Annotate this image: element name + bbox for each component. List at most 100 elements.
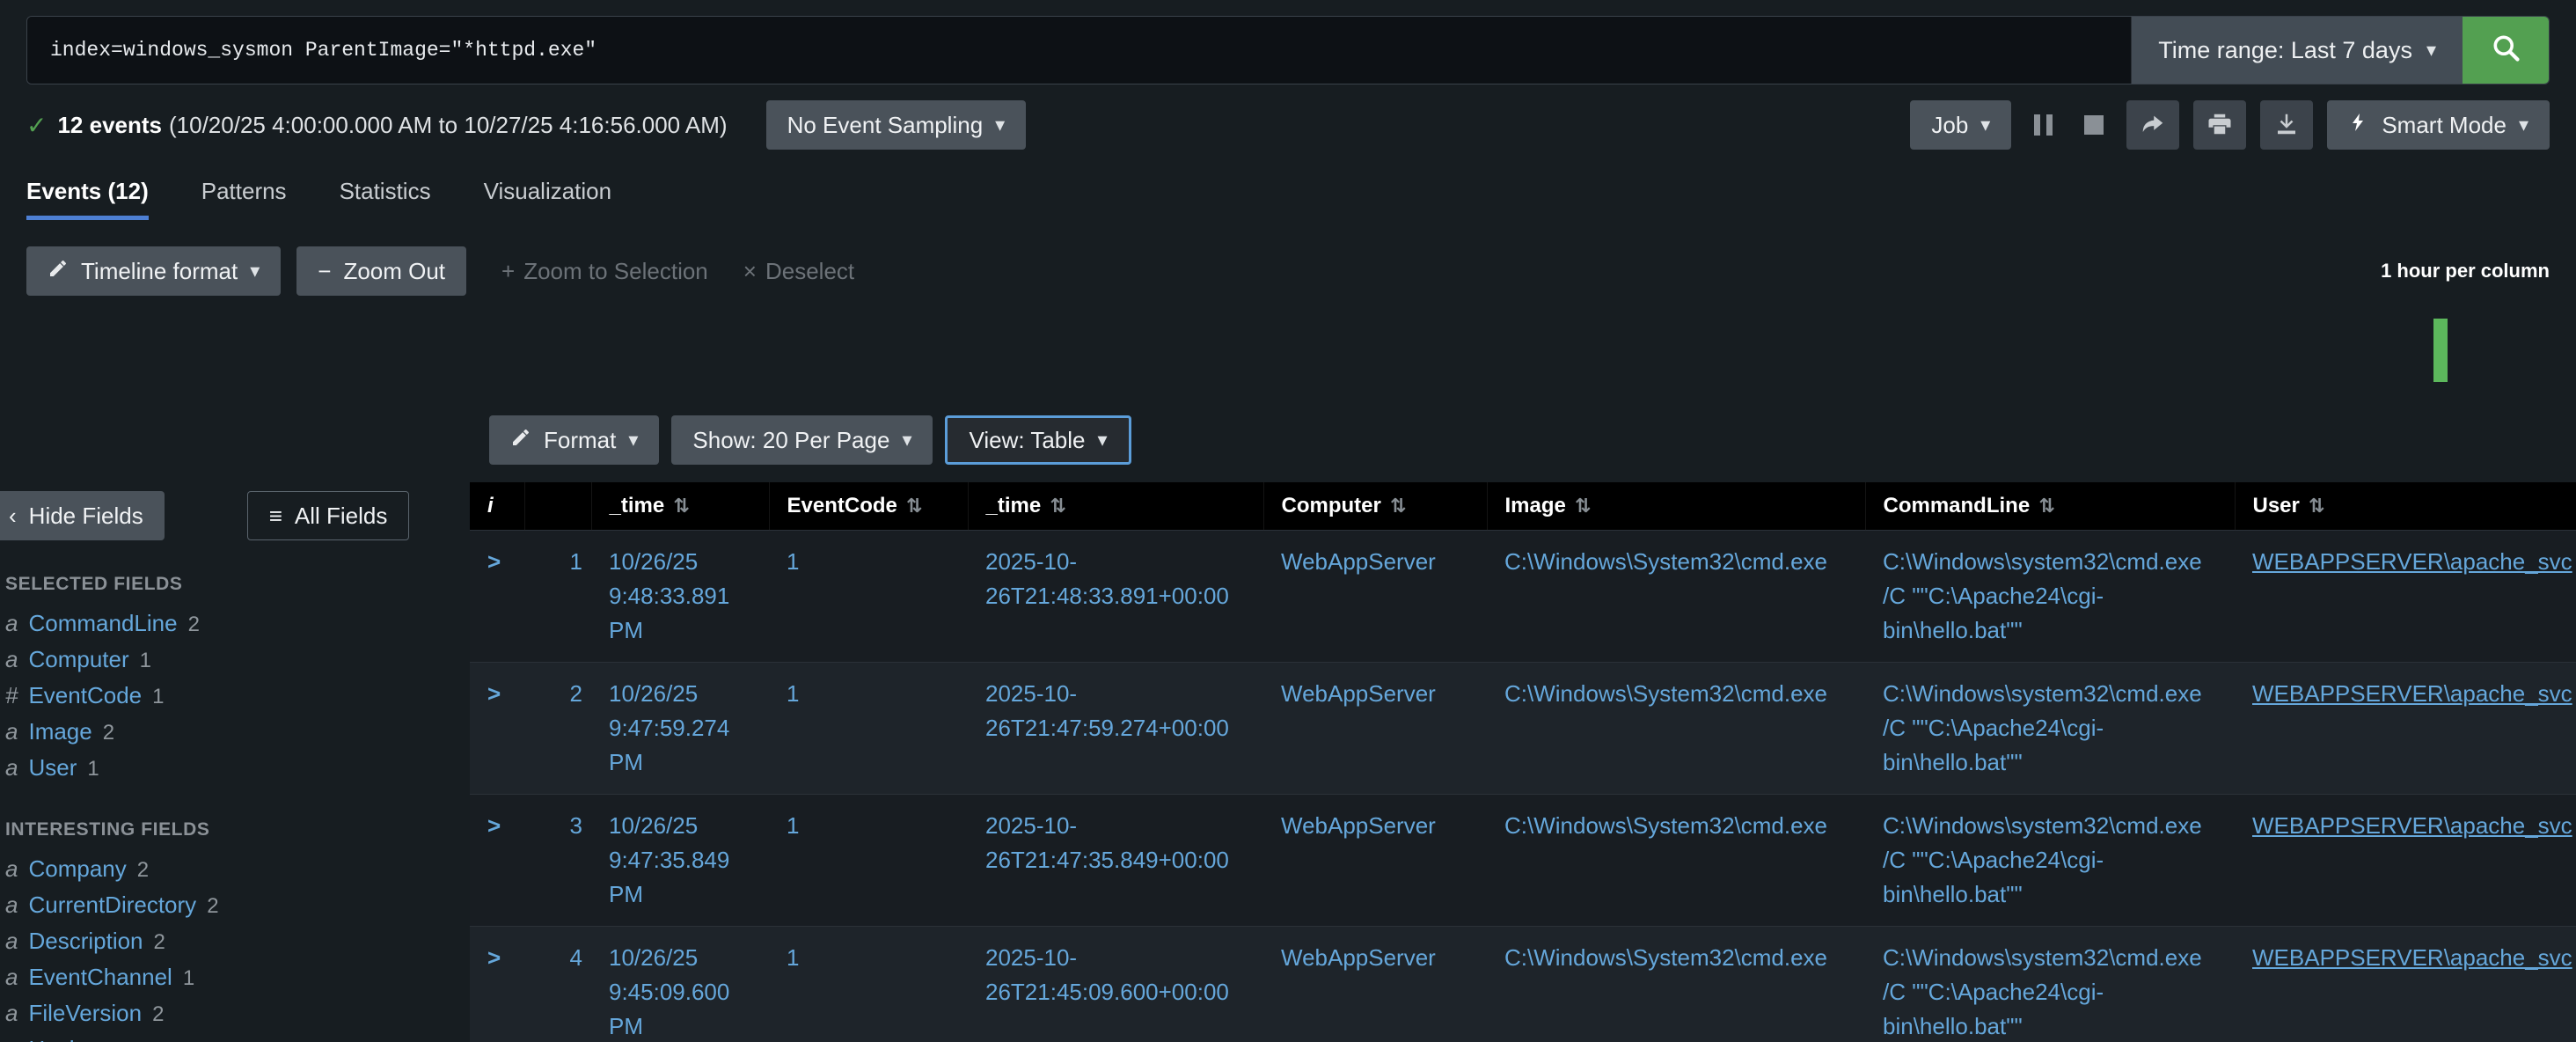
field-item-image[interactable]: a Image 2 bbox=[0, 714, 470, 750]
field-item-user[interactable]: a User 1 bbox=[0, 750, 470, 786]
column-label: _time bbox=[986, 494, 1042, 517]
cell-image[interactable]: C:\Windows\System32\cmd.exe bbox=[1487, 530, 1865, 662]
column-label: _time bbox=[610, 494, 665, 517]
cell-computer[interactable]: WebAppServer bbox=[1263, 662, 1487, 794]
cell-time[interactable]: 10/26/25 9:47:35.849 PM bbox=[591, 794, 769, 926]
sort-icon[interactable]: ⇅ bbox=[906, 495, 922, 517]
job-label: Job bbox=[1931, 112, 1968, 139]
export-button[interactable] bbox=[2260, 100, 2313, 150]
content-row: ‹ Hide Fields ≡ All Fields SELECTED FIEL… bbox=[0, 415, 2576, 1042]
field-item-commandline[interactable]: a CommandLine 2 bbox=[0, 605, 470, 642]
cell-time[interactable]: 10/26/25 9:45:09.600 PM bbox=[591, 926, 769, 1042]
event-sampling-label: No Event Sampling bbox=[787, 112, 984, 139]
column-header-time[interactable]: _time ⇅ bbox=[591, 482, 769, 530]
field-item-hashes[interactable]: a Hashes 2 bbox=[0, 1031, 470, 1042]
field-name: User bbox=[28, 754, 77, 782]
cell-time-iso[interactable]: 2025-10-26T21:45:09.600+00:00 bbox=[968, 926, 1263, 1042]
field-item-description[interactable]: a Description 2 bbox=[0, 923, 470, 959]
cell-image[interactable]: C:\Windows\System32\cmd.exe bbox=[1487, 794, 1865, 926]
cell-computer[interactable]: WebAppServer bbox=[1263, 794, 1487, 926]
column-header-commandline[interactable]: CommandLine⇅ bbox=[1865, 482, 2235, 530]
time-range-picker[interactable]: Time range: Last 7 days ▾ bbox=[2131, 17, 2463, 84]
zoom-to-selection-button[interactable]: + Zoom to Selection bbox=[501, 258, 708, 285]
format-dropdown[interactable]: Format ▾ bbox=[489, 415, 659, 465]
expand-row-icon[interactable]: > bbox=[470, 530, 524, 662]
sort-icon[interactable]: ⇅ bbox=[1050, 495, 1065, 517]
deselect-label: Deselect bbox=[765, 258, 854, 285]
deselect-button[interactable]: × Deselect bbox=[743, 258, 854, 285]
search-button[interactable] bbox=[2463, 17, 2549, 84]
search-input[interactable] bbox=[27, 17, 2131, 84]
close-icon: × bbox=[743, 258, 757, 285]
tab-statistics[interactable]: Statistics bbox=[340, 178, 431, 220]
sort-icon[interactable]: ⇅ bbox=[1575, 495, 1591, 517]
tab-patterns[interactable]: Patterns bbox=[201, 178, 287, 220]
field-item-company[interactable]: a Company 2 bbox=[0, 851, 470, 887]
event-timeline-chart[interactable] bbox=[0, 305, 2576, 393]
column-header-eventcode[interactable]: EventCode⇅ bbox=[769, 482, 968, 530]
field-item-currentdirectory[interactable]: a CurrentDirectory 2 bbox=[0, 887, 470, 923]
cell-eventcode[interactable]: 1 bbox=[769, 530, 968, 662]
sort-icon[interactable]: ⇅ bbox=[2309, 495, 2324, 517]
cell-time-iso[interactable]: 2025-10-26T21:47:59.274+00:00 bbox=[968, 662, 1263, 794]
column-header-computer[interactable]: Computer⇅ bbox=[1263, 482, 1487, 530]
cell-computer[interactable]: WebAppServer bbox=[1263, 926, 1487, 1042]
per-page-dropdown[interactable]: Show: 20 Per Page ▾ bbox=[671, 415, 933, 465]
field-type-icon: a bbox=[5, 964, 18, 991]
expand-row-icon[interactable]: > bbox=[470, 926, 524, 1042]
cell-time[interactable]: 10/26/25 9:47:59.274 PM bbox=[591, 662, 769, 794]
timeline-histogram-bar[interactable] bbox=[2433, 319, 2448, 382]
column-header-time-iso[interactable]: _time ⇅ bbox=[968, 482, 1263, 530]
cell-commandline[interactable]: C:\Windows\system32\cmd.exe /C ""C:\Apac… bbox=[1865, 926, 2235, 1042]
cell-eventcode[interactable]: 1 bbox=[769, 926, 968, 1042]
cell-image[interactable]: C:\Windows\System32\cmd.exe bbox=[1487, 926, 1865, 1042]
cell-commandline[interactable]: C:\Windows\system32\cmd.exe /C ""C:\Apac… bbox=[1865, 530, 2235, 662]
table-row: > 3 10/26/25 9:47:35.849 PM 1 2025-10-26… bbox=[470, 794, 2576, 926]
cell-commandline[interactable]: C:\Windows\system32\cmd.exe /C ""C:\Apac… bbox=[1865, 794, 2235, 926]
cell-user[interactable]: WEBAPPSERVER\apache_svc bbox=[2235, 926, 2576, 1042]
sort-icon[interactable]: ⇅ bbox=[2038, 495, 2054, 517]
zoom-out-button[interactable]: − Zoom Out bbox=[296, 246, 466, 296]
tab-events[interactable]: Events (12) bbox=[26, 178, 149, 220]
view-dropdown[interactable]: View: Table ▾ bbox=[945, 415, 1131, 465]
pause-job-icon[interactable] bbox=[2025, 114, 2061, 136]
sort-icon[interactable]: ⇅ bbox=[1390, 495, 1406, 517]
field-item-computer[interactable]: a Computer 1 bbox=[0, 642, 470, 678]
cell-time[interactable]: 10/26/25 9:48:33.891 PM bbox=[591, 530, 769, 662]
cell-time-iso[interactable]: 2025-10-26T21:47:35.849+00:00 bbox=[968, 794, 1263, 926]
field-count: 1 bbox=[140, 649, 151, 673]
field-item-fileversion[interactable]: a FileVersion 2 bbox=[0, 995, 470, 1031]
all-fields-button[interactable]: ≡ All Fields bbox=[247, 491, 410, 540]
cell-eventcode[interactable]: 1 bbox=[769, 794, 968, 926]
expand-row-icon[interactable]: > bbox=[470, 794, 524, 926]
stop-job-icon[interactable] bbox=[2084, 115, 2104, 135]
hide-fields-button[interactable]: ‹ Hide Fields bbox=[0, 491, 165, 540]
cell-user[interactable]: WEBAPPSERVER\apache_svc bbox=[2235, 662, 2576, 794]
results-area: Format ▾ Show: 20 Per Page ▾ View: Table… bbox=[470, 415, 2576, 1042]
tab-visualization[interactable]: Visualization bbox=[484, 178, 612, 220]
cell-user[interactable]: WEBAPPSERVER\apache_svc bbox=[2235, 794, 2576, 926]
timeline-format-dropdown[interactable]: Timeline format ▾ bbox=[26, 246, 281, 296]
cell-user[interactable]: WEBAPPSERVER\apache_svc bbox=[2235, 530, 2576, 662]
column-header-image[interactable]: Image⇅ bbox=[1487, 482, 1865, 530]
field-name: FileVersion bbox=[28, 1000, 142, 1027]
cell-time-iso[interactable]: 2025-10-26T21:48:33.891+00:00 bbox=[968, 530, 1263, 662]
print-button[interactable] bbox=[2193, 100, 2246, 150]
share-job-button[interactable] bbox=[2126, 100, 2179, 150]
timeline-scale-label: 1 hour per column bbox=[2381, 260, 2550, 283]
cell-image[interactable]: C:\Windows\System32\cmd.exe bbox=[1487, 662, 1865, 794]
field-item-eventcode[interactable]: # EventCode 1 bbox=[0, 678, 470, 714]
job-status-row: ✓ 12 events (10/20/25 4:00:00.000 AM to … bbox=[0, 99, 2576, 151]
column-header-user[interactable]: User⇅ bbox=[2235, 482, 2576, 530]
cell-commandline[interactable]: C:\Windows\system32\cmd.exe /C ""C:\Apac… bbox=[1865, 662, 2235, 794]
event-sampling-dropdown[interactable]: No Event Sampling ▾ bbox=[766, 100, 1027, 150]
cell-eventcode[interactable]: 1 bbox=[769, 662, 968, 794]
field-type-icon: a bbox=[5, 1000, 18, 1027]
sort-icon[interactable]: ⇅ bbox=[673, 495, 689, 517]
caret-down-icon: ▾ bbox=[2519, 114, 2528, 136]
field-item-eventchannel[interactable]: a EventChannel 1 bbox=[0, 959, 470, 995]
expand-row-icon[interactable]: > bbox=[470, 662, 524, 794]
job-dropdown[interactable]: Job ▾ bbox=[1910, 100, 2011, 150]
search-mode-dropdown[interactable]: Smart Mode ▾ bbox=[2327, 100, 2550, 150]
cell-computer[interactable]: WebAppServer bbox=[1263, 530, 1487, 662]
